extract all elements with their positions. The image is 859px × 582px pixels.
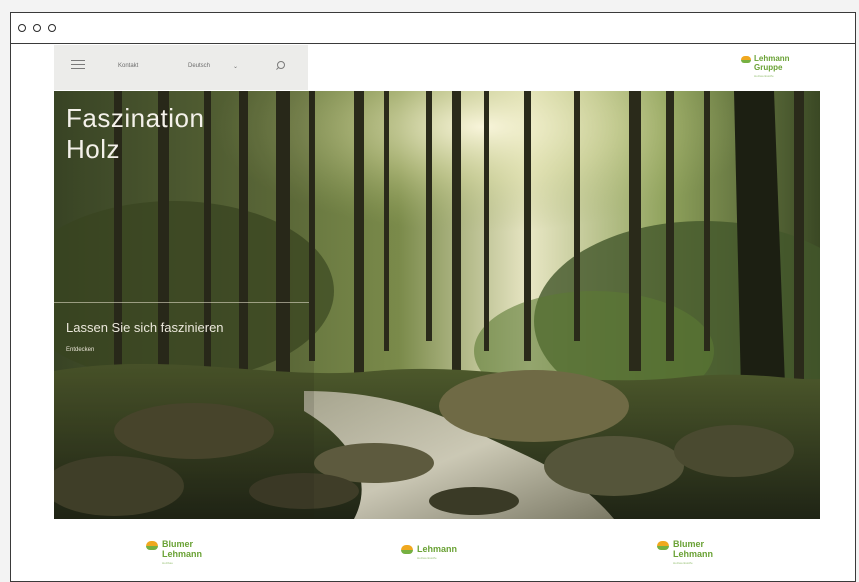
chevron-down-icon[interactable]: ⌄ [233, 63, 238, 70]
hero-banner: Faszination Holz Lassen Sie sich faszini… [54, 91, 820, 519]
logo-mark-icon [401, 545, 413, 555]
close-window-button[interactable] [18, 24, 26, 32]
logo-mark-icon [657, 541, 669, 551]
logo-line2: Gruppe [754, 63, 783, 72]
logo-mark-icon [146, 541, 158, 551]
page-content: Kontakt Deutsch ⌄ Lehmann Gruppe Holzwer… [11, 44, 855, 581]
hero-title: Faszination Holz [66, 103, 266, 165]
hero-divider [54, 302, 309, 303]
maximize-window-button[interactable] [48, 24, 56, 32]
browser-window: Kontakt Deutsch ⌄ Lehmann Gruppe Holzwer… [10, 12, 856, 582]
footer-logo-line1: Lehmann [417, 544, 458, 554]
nav-contact-link[interactable]: Kontakt [118, 63, 138, 69]
top-navigation: Kontakt Deutsch ⌄ [54, 45, 308, 90]
footer-logo-line1: Blumer [673, 539, 705, 549]
footer-logo-lehmann[interactable]: Lehmann Holzwerkstoffe [401, 539, 491, 573]
footer-logo-line2: Lehmann [673, 549, 714, 559]
search-icon[interactable] [277, 61, 285, 69]
lehmann-gruppe-logo[interactable]: Lehmann Gruppe Holzwerkstoffe [739, 54, 809, 84]
footer-logo-tagline: Holzbau [162, 561, 174, 565]
logo-tagline: Holzwerkstoffe [754, 74, 774, 78]
hero-title-line2: Holz [66, 134, 121, 164]
footer-logo-blumer-lehmann-holzbau[interactable]: Blumer Lehmann Holzbau [146, 539, 236, 573]
logo-mark-icon [741, 56, 751, 64]
footer-logo-line1: Blumer [162, 539, 194, 549]
hero-link[interactable]: Entdecken [66, 347, 94, 353]
footer-logo-line2: Lehmann [162, 549, 203, 559]
logo-line1: Lehmann [754, 54, 790, 63]
hamburger-icon[interactable] [71, 60, 85, 72]
language-selector[interactable]: Deutsch [188, 63, 210, 69]
footer-logo-tagline: Holzwerkstoffe [673, 561, 693, 565]
footer-logo-tagline: Holzwerkstoffe [417, 556, 437, 560]
window-titlebar [11, 13, 855, 44]
hero-subtitle[interactable]: Lassen Sie sich faszinieren [66, 320, 224, 335]
minimize-window-button[interactable] [33, 24, 41, 32]
hero-title-line1: Faszination [66, 103, 205, 133]
footer-logo-blumer-lehmann[interactable]: Blumer Lehmann Holzwerkstoffe [657, 539, 747, 573]
